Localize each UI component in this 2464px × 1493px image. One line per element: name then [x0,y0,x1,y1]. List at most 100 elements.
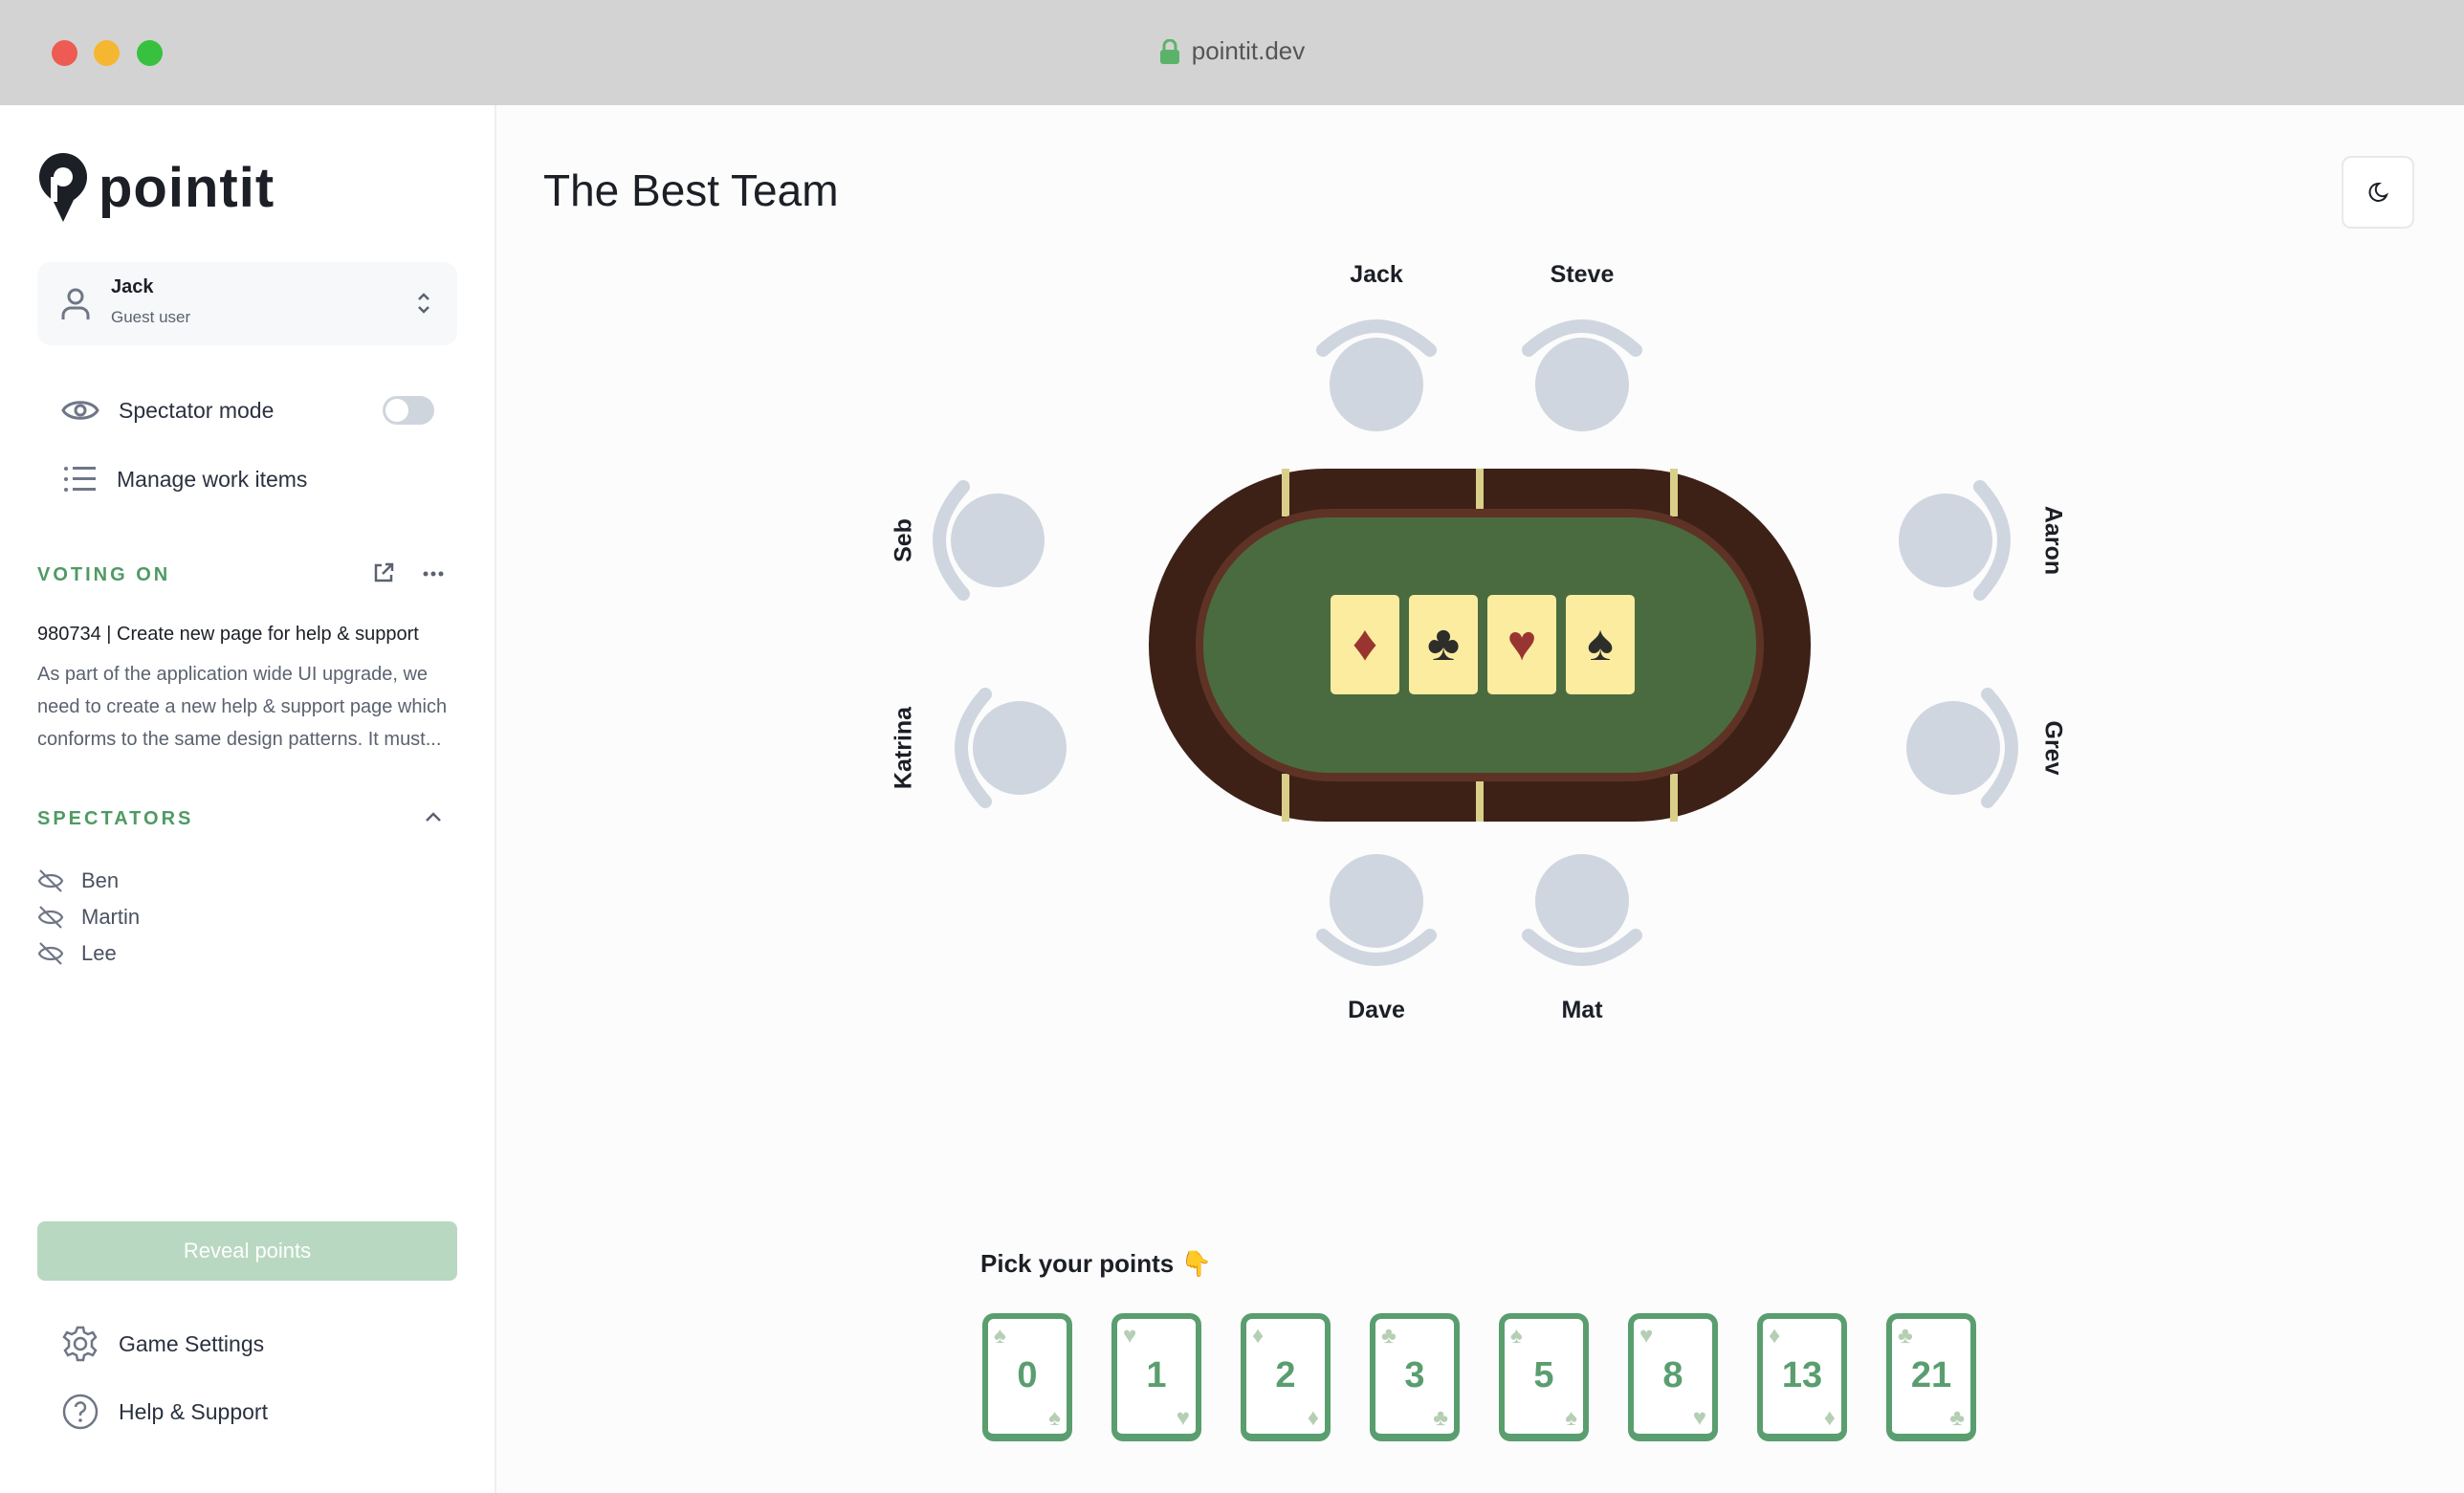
work-item-title: 980734 | Create new page for help & supp… [37,624,419,645]
chevron-up-down-icon [418,293,429,314]
point-value: 1 [1146,1355,1167,1395]
logo-text: pointit [99,156,275,219]
help-circle-icon [62,1394,99,1430]
point-card-13[interactable]: ♦ 13 ♦ [1757,1313,1847,1441]
point-value: 0 [1017,1355,1038,1395]
poker-table: ♦ ♣ ♥ ♠ [1149,469,1811,822]
browser-titlebar: pointit.dev [0,0,2464,105]
eye-off-icon [37,942,64,965]
user-role: Guest user [111,308,191,326]
point-card-8[interactable]: ♥ 8 ♥ [1628,1313,1718,1441]
table-card-suit: ♠ [1587,616,1614,671]
spectator-item: Lee [37,941,140,966]
player-name: Jack [1350,261,1403,288]
spectator-mode-toggle[interactable] [383,396,434,425]
more-options-icon[interactable] [423,571,444,577]
theme-toggle-button[interactable] [2342,156,2414,229]
point-card-5[interactable]: ♠ 5 ♠ [1499,1313,1589,1441]
suit-icon: ♣ [1381,1323,1397,1349]
page-title: The Best Team [543,165,839,215]
suit-icon: ♥ [1639,1323,1654,1349]
game-settings-link[interactable]: Game Settings [61,1325,264,1363]
suit-icon: ♥ [1692,1405,1706,1431]
player-seat [1884,671,2037,824]
player-seat [1300,832,1453,985]
spectator-item: Ben [37,868,140,893]
point-value: 21 [1910,1355,1952,1395]
user-selector[interactable]: Jack Guest user [37,262,457,345]
player-seat [913,464,1067,617]
spectator-name: Lee [81,941,117,965]
point-card-21[interactable]: ♣ 21 ♣ [1886,1313,1976,1441]
player-name: Steve [1550,261,1615,288]
spectator-mode-label: Spectator mode [119,397,275,423]
user-name: Jack [111,276,154,297]
suit-icon: ♠ [1565,1405,1577,1431]
chevron-up-icon[interactable] [425,811,442,823]
suit-icon: ♦ [1307,1405,1319,1431]
pick-points-label: Pick your points 👇 [980,1249,1212,1278]
address-bar[interactable]: pointit.dev [0,36,2464,66]
point-card-0[interactable]: ♠ 0 ♠ [982,1313,1072,1441]
player-seat [1506,300,1659,453]
suit-icon: ♠ [994,1323,1006,1349]
point-value: 13 [1781,1355,1823,1395]
eye-off-icon [37,906,64,929]
suit-icon: ♥ [1123,1323,1137,1349]
player-seat [935,671,1089,824]
spectator-item: Martin [37,905,140,930]
player-seat [1877,464,2030,617]
player-name: Aaron [2039,505,2067,576]
player-name: Dave [1348,997,1405,1023]
point-value: 8 [1662,1355,1683,1395]
table-card-suit: ♦ [1353,616,1378,671]
logo: pointit [37,151,275,224]
suit-icon: ♦ [1252,1323,1265,1349]
table-card-suit: ♥ [1507,616,1537,671]
manage-work-items-link[interactable]: Manage work items [63,466,307,493]
manage-work-items-label: Manage work items [117,466,308,492]
help-support-label: Help & Support [119,1398,268,1424]
seat-icon [1899,480,2011,601]
seat-icon [1316,319,1437,431]
seat-icon [1906,688,2018,808]
voting-on-heading: VOTING ON [37,564,171,585]
point-card-2[interactable]: ♦ 2 ♦ [1241,1313,1331,1441]
gear-icon [62,1326,98,1362]
seat-icon [955,688,1067,808]
pin-logo-icon [39,153,87,222]
suit-icon: ♠ [1510,1323,1523,1349]
eye-off-icon [37,869,64,892]
seat-icon [1522,319,1642,431]
point-card-3[interactable]: ♣ 3 ♣ [1370,1313,1460,1441]
eye-icon [61,401,99,420]
help-support-link[interactable]: Help & Support [61,1393,268,1431]
suit-icon: ♥ [1176,1405,1190,1431]
suit-icon: ♣ [1949,1405,1965,1431]
seat-icon [933,480,1045,601]
spectator-name: Martin [81,905,141,929]
suit-icon: ♣ [1433,1405,1448,1431]
point-card-1[interactable]: ♥ 1 ♥ [1111,1313,1201,1441]
spectators-heading: SPECTATORS [37,808,194,829]
player-name: Katrina [890,706,917,790]
table-card-suit: ♣ [1427,616,1460,671]
player-name: Mat [1561,997,1603,1023]
spectator-list: Ben Martin Lee [37,868,140,966]
point-value: 3 [1404,1355,1425,1395]
player-seat [1300,300,1453,453]
point-value: 5 [1533,1355,1554,1395]
game-settings-label: Game Settings [119,1330,265,1356]
suit-icon: ♦ [1823,1405,1836,1431]
lock-icon [1159,38,1179,64]
spectator-name: Ben [81,868,120,892]
moon-icon [2368,182,2388,202]
external-link-icon[interactable] [373,562,394,583]
player-name: Seb [890,518,917,562]
point-value: 2 [1275,1355,1296,1395]
player-name: Grev [2039,720,2067,776]
seat-icon [1316,854,1437,966]
work-item-description: As part of the application wide UI upgra… [37,664,448,750]
suit-icon: ♦ [1769,1323,1781,1349]
reveal-points-button[interactable]: Reveal points [37,1221,457,1281]
